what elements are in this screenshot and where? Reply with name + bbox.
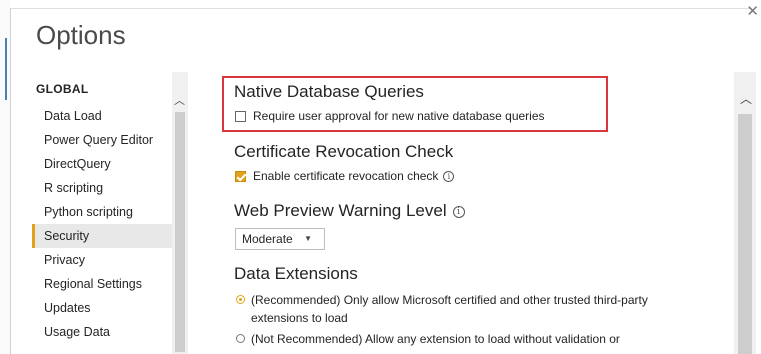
content-scrollbar[interactable]: ︿ (734, 72, 756, 354)
web-preview-selected-value: Moderate (242, 232, 293, 246)
window-edge (0, 0, 10, 354)
nav-item-data-load[interactable]: Data Load (32, 104, 172, 128)
nav-scrollbar[interactable]: ︿ (172, 72, 188, 354)
nav-item-updates[interactable]: Updates (32, 296, 172, 320)
nav-item-security[interactable]: Security (32, 224, 172, 248)
nav-heading-global: GLOBAL (36, 82, 89, 96)
nav-item-r-scripting[interactable]: R scripting (32, 176, 172, 200)
web-preview-title: Web Preview Warning Level i (234, 201, 465, 221)
nav-item-python-scripting[interactable]: Python scripting (32, 200, 172, 224)
data-extensions-title: Data Extensions (234, 264, 358, 283)
data-extensions-option-not-recommended[interactable]: (Not Recommended) Allow any extension to… (236, 330, 696, 348)
cert-revocation-checkbox[interactable] (235, 170, 246, 182)
content-scroll-thumb[interactable] (738, 114, 752, 354)
web-preview-title-text: Web Preview Warning Level (234, 201, 447, 220)
radio-recommended[interactable] (236, 295, 245, 304)
native-db-title: Native Database Queries (234, 82, 424, 101)
nav-item-regional-settings[interactable]: Regional Settings (32, 272, 172, 296)
native-db-checkbox-row[interactable]: Require user approval for new native dat… (235, 109, 545, 123)
close-icon[interactable]: ✕ (746, 4, 759, 19)
edge-accent (5, 38, 7, 100)
nav-item-usage-data[interactable]: Usage Data (32, 320, 172, 344)
radio-not-recommended[interactable] (236, 334, 245, 343)
radio-recommended-label: (Recommended) Only allow Microsoft certi… (251, 293, 648, 325)
info-icon[interactable]: i (443, 170, 455, 182)
cert-revocation-checkbox-label: Enable certificate revocation check (253, 169, 439, 183)
security-content: Native Database Queries Require user app… (200, 72, 726, 354)
cert-revocation-title: Certificate Revocation Check (234, 142, 454, 161)
dialog-title: Options (36, 20, 126, 50)
nav-list: Data Load Power Query Editor DirectQuery… (32, 104, 172, 344)
web-preview-level-select[interactable]: Moderate ▼ (235, 228, 325, 250)
native-db-checkbox-label: Require user approval for new native dat… (253, 109, 545, 123)
native-db-checkbox[interactable] (235, 110, 246, 122)
data-extensions-option-recommended[interactable]: (Recommended) Only allow Microsoft certi… (236, 291, 696, 327)
options-nav: GLOBAL Data Load Power Query Editor Dire… (26, 70, 172, 346)
chevron-up-icon[interactable]: ︿ (174, 92, 185, 108)
cert-revocation-checkbox-row[interactable]: Enable certificate revocation check i (235, 169, 455, 183)
radio-not-recommended-label: (Not Recommended) Allow any extension to… (251, 332, 620, 346)
chevron-up-icon[interactable]: ︿ (740, 90, 752, 107)
nav-scroll-thumb[interactable] (175, 112, 185, 352)
nav-item-power-query-editor[interactable]: Power Query Editor (32, 128, 172, 152)
nav-item-privacy[interactable]: Privacy (32, 248, 172, 272)
nav-item-directquery[interactable]: DirectQuery (32, 152, 172, 176)
caret-down-icon: ▼ (304, 234, 312, 243)
info-icon[interactable]: i (452, 205, 465, 218)
